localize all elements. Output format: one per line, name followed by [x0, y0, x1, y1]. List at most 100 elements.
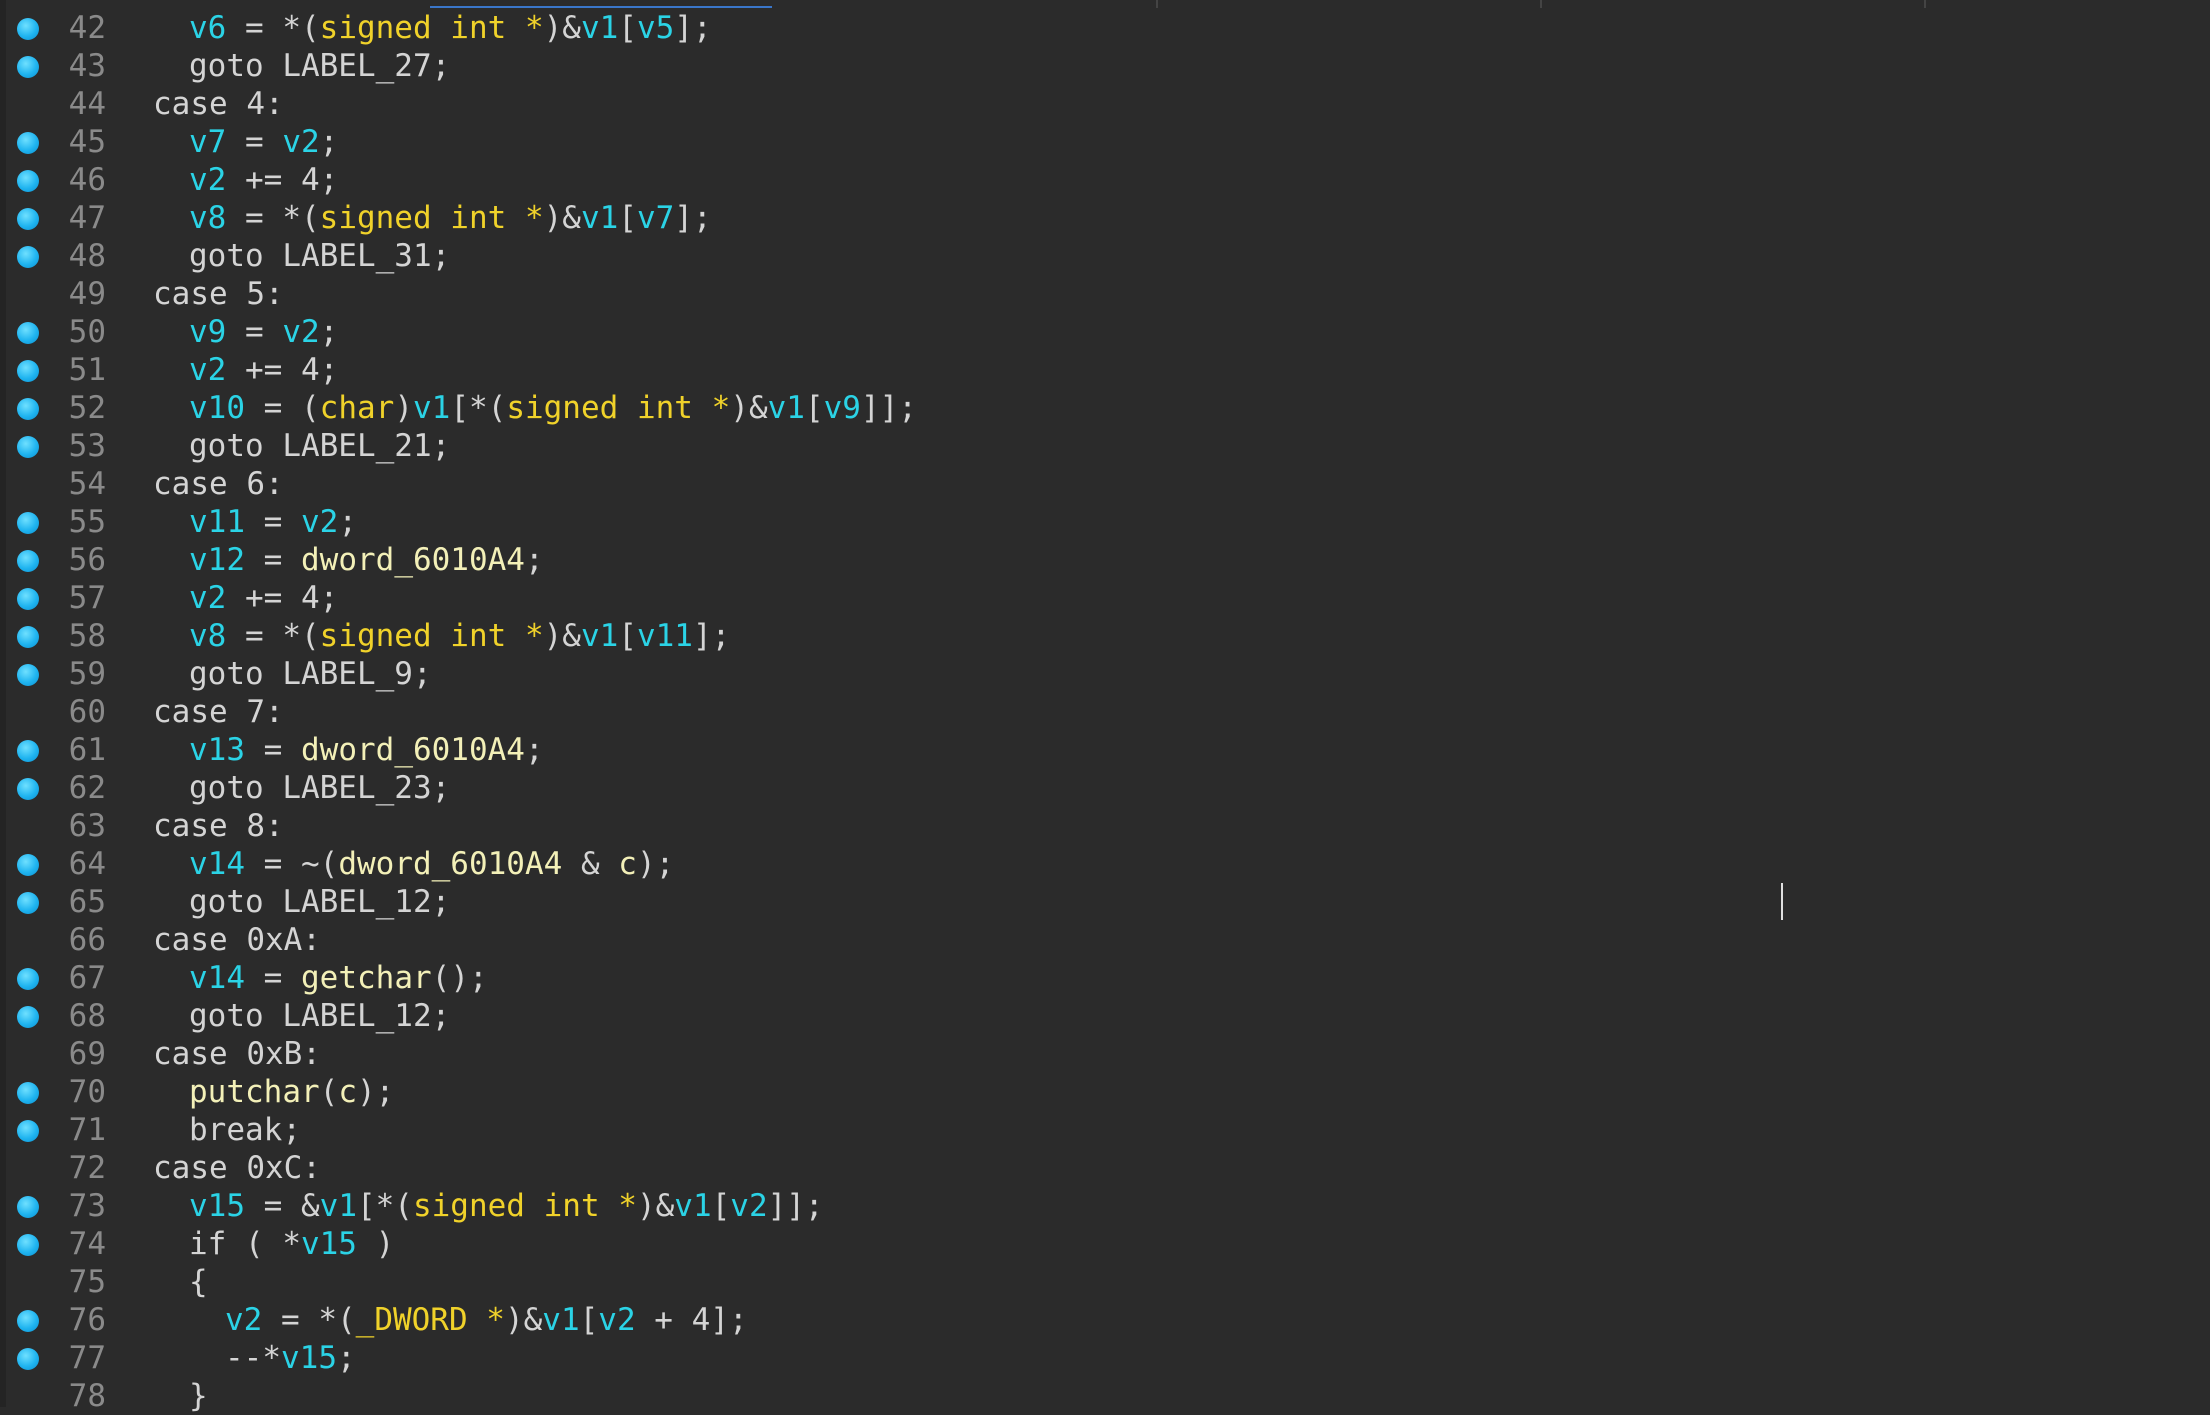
code-token-gvar[interactable]: c [338, 1074, 357, 1110]
active-tab-indicator[interactable] [430, 6, 772, 8]
breakpoint-dot-icon[interactable] [17, 550, 39, 572]
code-text[interactable]: v14 = ~(dword_6010A4 & c); [189, 845, 674, 883]
code-token-var[interactable]: v2 [189, 580, 226, 616]
breakpoint-dot-icon[interactable] [17, 1120, 39, 1142]
code-line[interactable]: 75 { [0, 1263, 2210, 1301]
code-line[interactable]: 65 goto LABEL_12; [0, 883, 2210, 921]
breakpoint-dot-icon[interactable] [17, 18, 39, 40]
breakpoint-dot-icon[interactable] [17, 170, 39, 192]
code-line[interactable]: 43 goto LABEL_27; [0, 47, 2210, 85]
code-token-var[interactable]: v9 [189, 314, 226, 350]
code-line[interactable]: 44 case 4: [0, 85, 2210, 123]
breakpoint-dot-icon[interactable] [17, 892, 39, 914]
code-line[interactable]: 56 v12 = dword_6010A4; [0, 541, 2210, 579]
code-token-var[interactable]: v11 [637, 618, 693, 654]
code-text[interactable]: case 0xB: [153, 1035, 321, 1073]
code-text[interactable]: goto LABEL_21; [189, 427, 450, 465]
code-line[interactable]: 52 v10 = (char)v1[*(signed int *)&v1[v9]]… [0, 389, 2210, 427]
code-text[interactable]: putchar(c); [189, 1073, 394, 1111]
code-line[interactable]: 51 v2 += 4; [0, 351, 2210, 389]
code-line[interactable]: 70 putchar(c); [0, 1073, 2210, 1111]
code-token-var[interactable]: v2 [282, 124, 319, 160]
code-token-var[interactable]: v14 [189, 846, 245, 882]
breakpoint-dot-icon[interactable] [17, 1082, 39, 1104]
code-line[interactable]: 76 v2 = *(_DWORD *)&v1[v2 + 4]; [0, 1301, 2210, 1339]
code-line[interactable]: 64 v14 = ~(dword_6010A4 & c); [0, 845, 2210, 883]
code-token-var[interactable]: v2 [282, 314, 319, 350]
code-text[interactable]: v11 = v2; [189, 503, 357, 541]
code-line[interactable]: 45 v7 = v2; [0, 123, 2210, 161]
code-text[interactable]: goto LABEL_12; [189, 997, 450, 1035]
code-line[interactable]: 68 goto LABEL_12; [0, 997, 2210, 1035]
breakpoint-dot-icon[interactable] [17, 778, 39, 800]
code-line[interactable]: 66 case 0xA: [0, 921, 2210, 959]
code-token-var[interactable]: v2 [189, 162, 226, 198]
code-line[interactable]: 73 v15 = &v1[*(signed int *)&v1[v2]]; [0, 1187, 2210, 1225]
code-text[interactable]: v12 = dword_6010A4; [189, 541, 544, 579]
code-token-var[interactable]: v7 [189, 124, 226, 160]
code-text[interactable]: v2 += 4; [189, 579, 338, 617]
code-token-var[interactable]: v2 [225, 1302, 262, 1338]
code-token-var[interactable]: v15 [189, 1188, 245, 1224]
breakpoint-dot-icon[interactable] [17, 208, 39, 230]
code-token-var[interactable]: v15 [281, 1340, 337, 1376]
code-text[interactable]: case 0xA: [153, 921, 321, 959]
code-token-var[interactable]: v10 [189, 390, 245, 426]
code-text[interactable]: v14 = getchar(); [189, 959, 488, 997]
code-token-type[interactable]: _DWORD * [356, 1302, 505, 1338]
breakpoint-dot-icon[interactable] [17, 512, 39, 534]
code-line[interactable]: 71 break; [0, 1111, 2210, 1149]
code-token-type[interactable]: signed int * [320, 200, 544, 236]
code-token-var[interactable]: v13 [189, 732, 245, 768]
breakpoint-dot-icon[interactable] [17, 398, 39, 420]
breakpoint-dot-icon[interactable] [17, 1234, 39, 1256]
code-text[interactable]: v2 = *(_DWORD *)&v1[v2 + 4]; [225, 1301, 748, 1339]
breakpoint-dot-icon[interactable] [17, 968, 39, 990]
code-token-gvar[interactable]: dword_6010A4 [301, 542, 525, 578]
code-token-gvar[interactable]: dword_6010A4 [338, 846, 562, 882]
breakpoint-dot-icon[interactable] [17, 1196, 39, 1218]
code-token-var[interactable]: v2 [598, 1302, 635, 1338]
code-token-var[interactable]: v12 [189, 542, 245, 578]
code-line[interactable]: 48 goto LABEL_31; [0, 237, 2210, 275]
code-text[interactable]: v2 += 4; [189, 351, 338, 389]
code-line[interactable]: 59 goto LABEL_9; [0, 655, 2210, 693]
breakpoint-dot-icon[interactable] [17, 664, 39, 686]
code-token-var[interactable]: v15 [301, 1226, 357, 1262]
code-text[interactable]: v2 += 4; [189, 161, 338, 199]
breakpoint-dot-icon[interactable] [17, 322, 39, 344]
code-token-var[interactable]: v1 [320, 1188, 357, 1224]
code-text[interactable]: v8 = *(signed int *)&v1[v7]; [189, 199, 712, 237]
code-text[interactable]: goto LABEL_9; [189, 655, 432, 693]
code-text[interactable]: case 5: [153, 275, 284, 313]
code-token-var[interactable]: v14 [189, 960, 245, 996]
code-token-gvar[interactable]: c [618, 846, 637, 882]
code-token-var[interactable]: v9 [824, 390, 861, 426]
breakpoint-dot-icon[interactable] [17, 740, 39, 762]
code-token-type[interactable]: signed int * [506, 390, 730, 426]
code-line[interactable]: 50 v9 = v2; [0, 313, 2210, 351]
code-text[interactable]: v10 = (char)v1[*(signed int *)&v1[v9]]; [189, 389, 917, 427]
code-token-type[interactable]: signed int * [413, 1188, 637, 1224]
breakpoint-dot-icon[interactable] [17, 588, 39, 610]
code-token-func[interactable]: getchar [301, 960, 432, 996]
code-token-var[interactable]: v1 [768, 390, 805, 426]
code-line[interactable]: 53 goto LABEL_21; [0, 427, 2210, 465]
code-text[interactable]: --*v15; [225, 1339, 356, 1377]
breakpoint-dot-icon[interactable] [17, 1348, 39, 1370]
pseudocode-editor[interactable]: 42 v6 = *(signed int *)&v1[v5]; 43 goto LAB… [0, 9, 2210, 1415]
code-text[interactable]: case 4: [153, 85, 284, 123]
code-line[interactable]: 62 goto LABEL_23; [0, 769, 2210, 807]
breakpoint-dot-icon[interactable] [17, 436, 39, 458]
code-text[interactable]: v13 = dword_6010A4; [189, 731, 544, 769]
code-line[interactable]: 46 v2 += 4; [0, 161, 2210, 199]
code-line[interactable]: 47 v8 = *(signed int *)&v1[v7]; [0, 199, 2210, 237]
code-token-type[interactable]: signed int * [320, 618, 544, 654]
code-token-var[interactable]: v7 [637, 200, 674, 236]
code-text[interactable]: v8 = *(signed int *)&v1[v11]; [189, 617, 730, 655]
code-token-var[interactable]: v2 [189, 352, 226, 388]
code-text[interactable]: v7 = v2; [189, 123, 338, 161]
code-line[interactable]: 69 case 0xB: [0, 1035, 2210, 1073]
code-text[interactable]: case 7: [153, 693, 284, 731]
breakpoint-dot-icon[interactable] [17, 1006, 39, 1028]
